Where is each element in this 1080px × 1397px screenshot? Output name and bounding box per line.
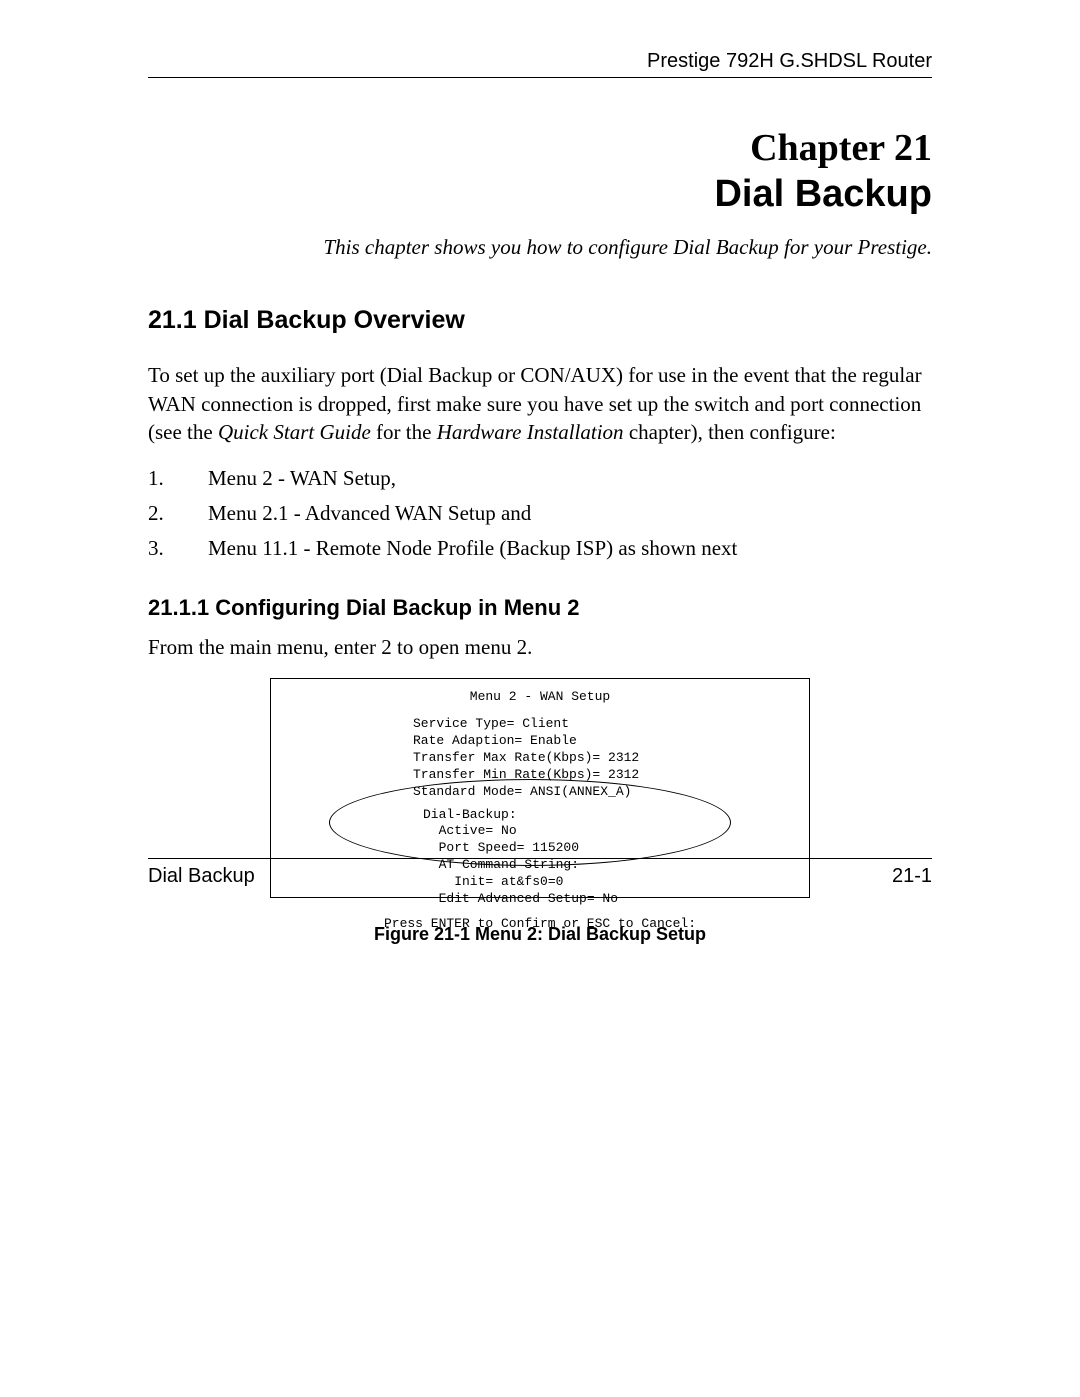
subsection-heading: 21.1.1 Configuring Dial Backup in Menu 2 [148, 595, 932, 621]
list-text: Menu 11.1 - Remote Node Profile (Backup … [208, 536, 737, 561]
footer-left: Dial Backup [148, 865, 255, 888]
subsection-paragraph: From the main menu, enter 2 to open menu… [148, 635, 932, 660]
section-heading: 21.1 Dial Backup Overview [148, 306, 932, 335]
terminal-settings: Service Type= Client Rate Adaption= Enab… [413, 716, 795, 800]
list-text: Menu 2.1 - Advanced WAN Setup and [208, 501, 531, 526]
chapter-block: Chapter 21 Dial Backup [148, 126, 932, 217]
list-text: Menu 2 - WAN Setup, [208, 466, 396, 491]
para-italic: Hardware Installation [437, 420, 624, 444]
list-number: 2. [148, 501, 208, 526]
list-item: 1. Menu 2 - WAN Setup, [148, 466, 932, 491]
chapter-number: Chapter 21 [148, 126, 932, 172]
footer-right: 21-1 [892, 865, 932, 888]
list-number: 1. [148, 466, 208, 491]
para-text: chapter), then configure: [624, 420, 836, 444]
terminal-confirm: Press ENTER to Confirm or ESC to Cancel: [285, 916, 795, 933]
para-italic: Quick Start Guide [218, 420, 371, 444]
product-name: Prestige 792H G.SHDSL Router [647, 50, 932, 72]
document-page: Prestige 792H G.SHDSL Router Chapter 21 … [0, 0, 1080, 1397]
chapter-title: Dial Backup [148, 172, 932, 218]
para-text: for the [371, 420, 437, 444]
chapter-intro: This chapter shows you how to configure … [148, 235, 932, 260]
page-footer: Dial Backup 21-1 [148, 858, 932, 888]
page-header: Prestige 792H G.SHDSL Router [148, 50, 932, 78]
section-paragraph: To set up the auxiliary port (Dial Backu… [148, 361, 932, 446]
list-item: 3. Menu 11.1 - Remote Node Profile (Back… [148, 536, 932, 561]
terminal-title: Menu 2 - WAN Setup [285, 689, 795, 706]
list-number: 3. [148, 536, 208, 561]
ordered-list: 1. Menu 2 - WAN Setup, 2. Menu 2.1 - Adv… [148, 466, 932, 561]
list-item: 2. Menu 2.1 - Advanced WAN Setup and [148, 501, 932, 526]
